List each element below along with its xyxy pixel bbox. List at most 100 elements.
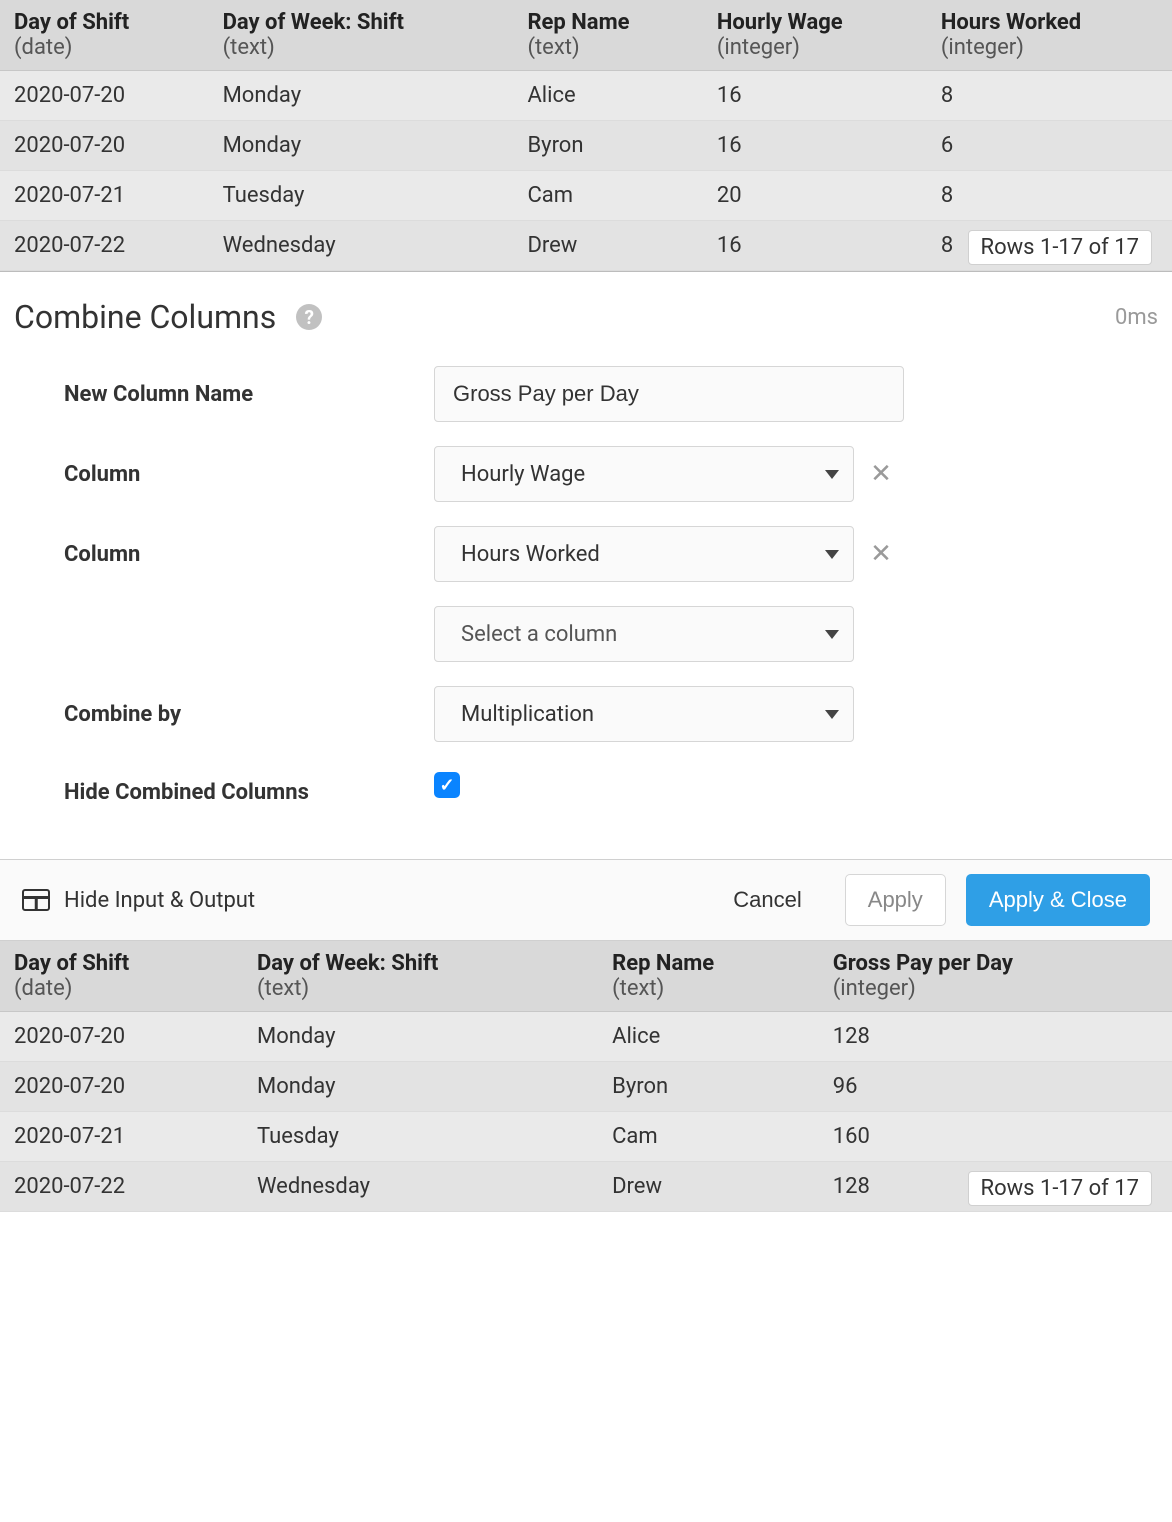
- cell: 2020-07-20: [0, 1062, 243, 1112]
- new-column-name-input[interactable]: [434, 366, 904, 422]
- chevron-down-icon: [825, 710, 839, 719]
- hide-combined-row: Hide Combined Columns ✓: [64, 772, 1108, 805]
- cell: Monday: [209, 71, 514, 121]
- column-header[interactable]: Day of Shift (date): [0, 941, 243, 1012]
- remove-column-1-button[interactable]: ✕: [868, 461, 894, 487]
- column-type: (integer): [717, 35, 913, 60]
- column-3-select[interactable]: Select a column: [434, 606, 854, 662]
- panel-header: Combine Columns ? 0ms: [14, 288, 1158, 366]
- column-type: (text): [612, 976, 805, 1001]
- input-table-container: Day of Shift (date) Day of Week: Shift (…: [0, 0, 1172, 272]
- cell: 96: [819, 1062, 1172, 1112]
- column-header[interactable]: Day of Week: Shift (text): [243, 941, 598, 1012]
- column-3-placeholder: Select a column: [461, 622, 617, 647]
- input-table-header: Day of Shift (date) Day of Week: Shift (…: [0, 0, 1172, 71]
- table-row[interactable]: 2020-07-20 Monday Byron 96: [0, 1062, 1172, 1112]
- column-title: Gross Pay per Day: [833, 951, 1158, 976]
- combine-by-row: Combine by Multiplication: [64, 686, 1108, 742]
- column-title: Day of Week: Shift: [257, 951, 584, 976]
- cell: Tuesday: [209, 171, 514, 221]
- cell: Cam: [513, 171, 702, 221]
- column-type: (integer): [941, 35, 1158, 60]
- hide-input-output-toggle[interactable]: Hide Input & Output: [22, 888, 255, 913]
- column-header[interactable]: Day of Week: Shift (text): [209, 0, 514, 71]
- table-row[interactable]: 2020-07-21 Tuesday Cam 160: [0, 1112, 1172, 1162]
- cell: Monday: [243, 1062, 598, 1112]
- column-2-value: Hours Worked: [461, 542, 600, 567]
- apply-close-button[interactable]: Apply & Close: [966, 874, 1150, 926]
- column-header[interactable]: Hours Worked (integer): [927, 0, 1172, 71]
- rows-count-badge[interactable]: Rows 1-17 of 17: [968, 1171, 1152, 1206]
- column-label: Column: [64, 462, 434, 487]
- panel-title: Combine Columns: [14, 298, 276, 336]
- table-row[interactable]: 2020-07-20 Monday Byron 16 6: [0, 121, 1172, 171]
- cell: Alice: [513, 71, 702, 121]
- cell: 128: [819, 1012, 1172, 1062]
- column-title: Hourly Wage: [717, 10, 913, 35]
- column-title: Day of Shift: [14, 10, 195, 35]
- column-header[interactable]: Day of Shift (date): [0, 0, 209, 71]
- hide-io-label: Hide Input & Output: [64, 888, 255, 913]
- column-1-value: Hourly Wage: [461, 462, 585, 487]
- table-row[interactable]: 2020-07-21 Tuesday Cam 20 8: [0, 171, 1172, 221]
- column-1-row: Column Hourly Wage ✕: [64, 446, 1108, 502]
- table-row[interactable]: 2020-07-20 Monday Alice 16 8: [0, 71, 1172, 121]
- cell: 2020-07-22: [0, 221, 209, 271]
- cell: Monday: [209, 121, 514, 171]
- cell: 16: [703, 71, 927, 121]
- column-header[interactable]: Rep Name (text): [598, 941, 819, 1012]
- cell: Drew: [513, 221, 702, 271]
- column-title: Rep Name: [527, 10, 688, 35]
- chevron-down-icon: [825, 550, 839, 559]
- column-type: (text): [223, 35, 500, 60]
- column-3-row: Select a column: [64, 606, 1108, 662]
- cancel-button[interactable]: Cancel: [710, 874, 824, 926]
- column-type: (text): [527, 35, 688, 60]
- cell: 16: [703, 121, 927, 171]
- column-header[interactable]: Hourly Wage (integer): [703, 0, 927, 71]
- table-row[interactable]: 2020-07-20 Monday Alice 128: [0, 1012, 1172, 1062]
- cell: Alice: [598, 1012, 819, 1062]
- column-title: Rep Name: [612, 951, 805, 976]
- table-icon: [22, 889, 50, 911]
- output-table-header: Day of Shift (date) Day of Week: Shift (…: [0, 941, 1172, 1012]
- column-2-row: Column Hours Worked ✕: [64, 526, 1108, 582]
- column-type: (text): [257, 976, 584, 1001]
- action-buttons: Cancel Apply Apply & Close: [710, 874, 1150, 926]
- hide-combined-label: Hide Combined Columns: [64, 772, 434, 805]
- cell: 2020-07-20: [0, 1012, 243, 1062]
- cell: 2020-07-20: [0, 121, 209, 171]
- column-title: Hours Worked: [941, 10, 1158, 35]
- column-2-select[interactable]: Hours Worked: [434, 526, 854, 582]
- chevron-down-icon: [825, 470, 839, 479]
- cell: Drew: [598, 1162, 819, 1212]
- combine-by-value: Multiplication: [461, 702, 594, 727]
- cell: Wednesday: [243, 1162, 598, 1212]
- cell: Tuesday: [243, 1112, 598, 1162]
- combine-by-label: Combine by: [64, 702, 434, 727]
- remove-column-2-button[interactable]: ✕: [868, 541, 894, 567]
- column-header[interactable]: Gross Pay per Day (integer): [819, 941, 1172, 1012]
- column-type: (integer): [833, 976, 1158, 1001]
- cell: 8: [927, 71, 1172, 121]
- hide-combined-checkbox[interactable]: ✓: [434, 772, 460, 798]
- cell: Byron: [513, 121, 702, 171]
- cell: Cam: [598, 1112, 819, 1162]
- execution-time: 0ms: [1115, 305, 1158, 330]
- column-header[interactable]: Rep Name (text): [513, 0, 702, 71]
- output-table-container: Day of Shift (date) Day of Week: Shift (…: [0, 941, 1172, 1212]
- column-1-select[interactable]: Hourly Wage: [434, 446, 854, 502]
- column-label: Column: [64, 542, 434, 567]
- combine-form: New Column Name Column Hourly Wage ✕ Col…: [14, 366, 1158, 805]
- new-column-name-label: New Column Name: [64, 382, 434, 407]
- column-title: Day of Week: Shift: [223, 10, 500, 35]
- cell: 2020-07-21: [0, 171, 209, 221]
- cell: Byron: [598, 1062, 819, 1112]
- cell: Monday: [243, 1012, 598, 1062]
- rows-count-badge[interactable]: Rows 1-17 of 17: [968, 230, 1152, 265]
- help-icon[interactable]: ?: [296, 304, 322, 330]
- column-type: (date): [14, 35, 195, 60]
- combine-by-select[interactable]: Multiplication: [434, 686, 854, 742]
- apply-button[interactable]: Apply: [845, 874, 946, 926]
- new-column-name-row: New Column Name: [64, 366, 1108, 422]
